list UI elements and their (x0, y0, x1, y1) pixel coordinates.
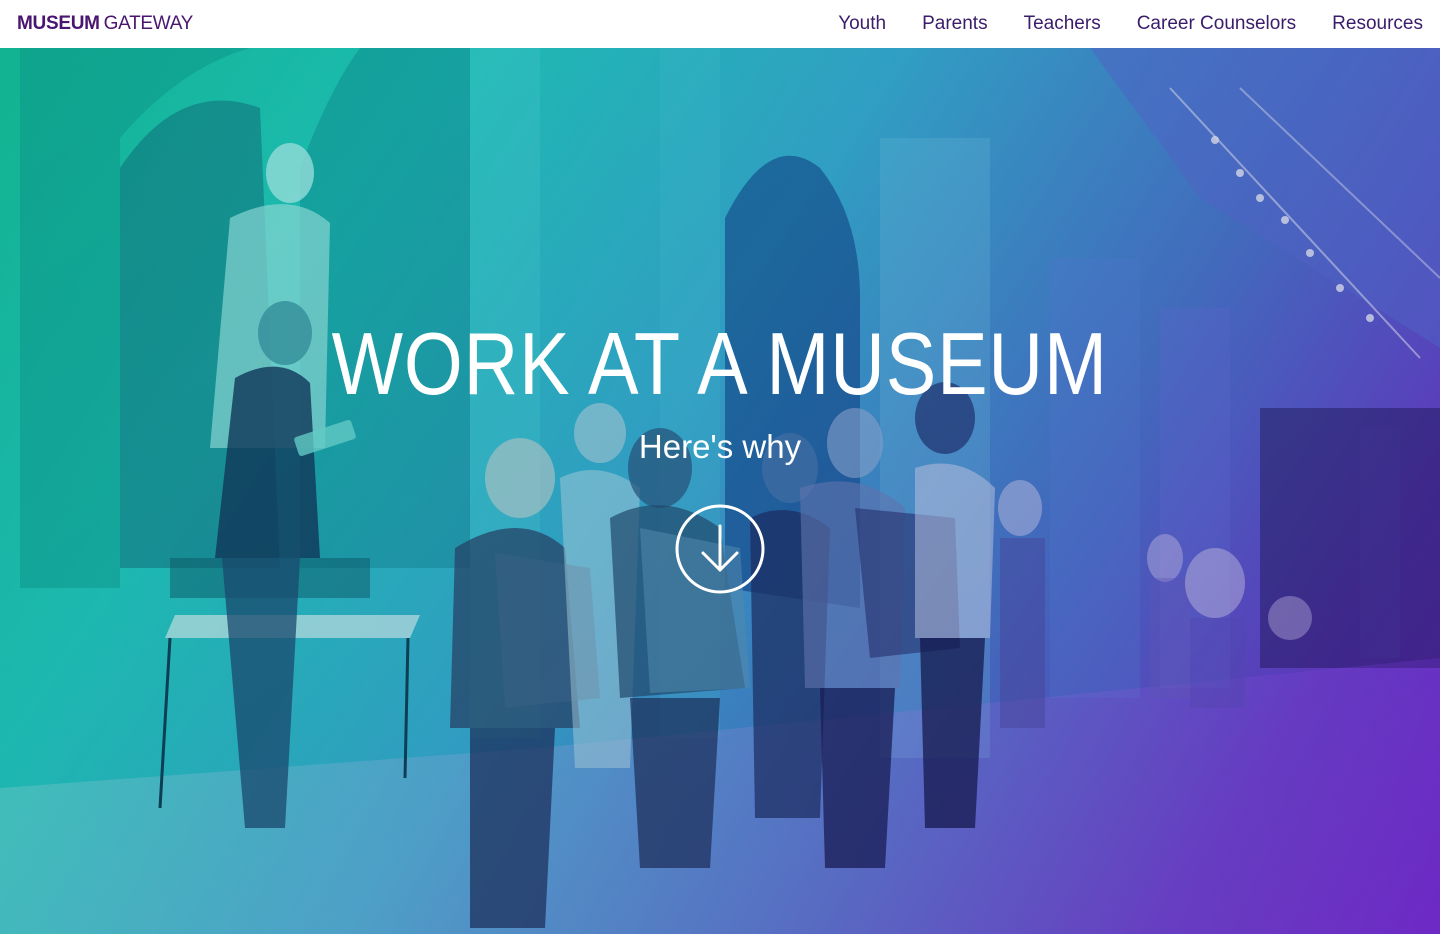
top-navigation: MUSEUM GATEWAY Youth Parents Teachers Ca… (0, 0, 1440, 48)
hero-banner: WORK AT A MUSEUM Here's why (0, 48, 1440, 934)
nav-link-resources[interactable]: Resources (1332, 13, 1423, 35)
hero-title: WORK AT A MUSEUM (331, 314, 1108, 413)
hero-subtitle: Here's why (638, 428, 802, 465)
logo-text-bold: MUSEUM (17, 13, 100, 34)
nav-link-youth[interactable]: Youth (838, 13, 886, 35)
scroll-down-button[interactable] (675, 504, 765, 594)
logo-text-light: GATEWAY (103, 13, 194, 34)
nav-link-parents[interactable]: Parents (922, 13, 987, 35)
site-logo[interactable]: MUSEUM GATEWAY (17, 13, 193, 35)
hero-background-photo (0, 48, 1440, 934)
nav-link-career-counselors[interactable]: Career Counselors (1137, 13, 1296, 35)
nav-link-teachers[interactable]: Teachers (1024, 13, 1101, 35)
arrow-down-circle-icon (675, 504, 765, 594)
main-menu: Youth Parents Teachers Career Counselors… (802, 13, 1423, 35)
